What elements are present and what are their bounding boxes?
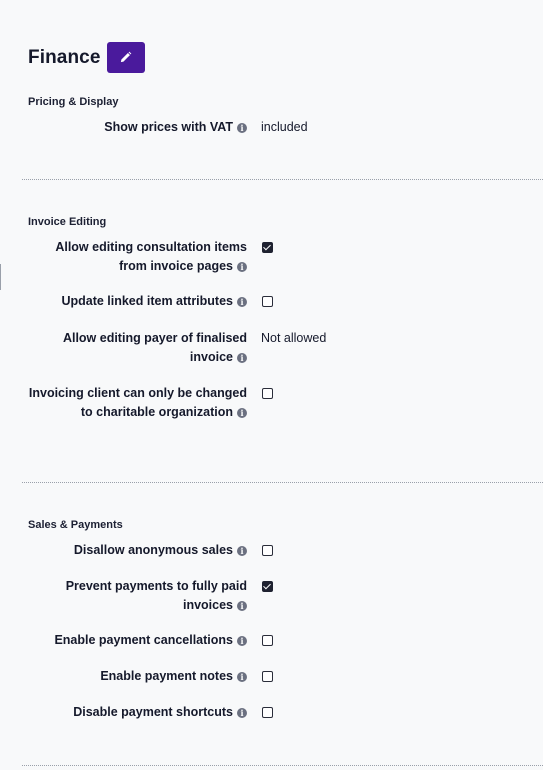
setting-row-disallow-anonymous-sales: Disallow anonymous sales i bbox=[28, 541, 543, 560]
setting-label: Prevent payments to fully paid invoices i bbox=[65, 579, 247, 612]
setting-row-prevent-payments-fully-paid: Prevent payments to fully paid invoices i bbox=[28, 577, 543, 615]
checkbox-allow-editing-consultation-items[interactable] bbox=[262, 242, 273, 253]
setting-label: Allow editing payer of finalised invoice… bbox=[62, 331, 247, 364]
setting-row-enable-payment-notes: Enable payment notes i bbox=[28, 667, 543, 686]
info-icon[interactable]: i bbox=[237, 636, 247, 646]
checkbox-enable-payment-notes[interactable] bbox=[262, 671, 273, 682]
checkbox-prevent-payments-fully-paid[interactable] bbox=[262, 581, 273, 592]
info-icon[interactable]: i bbox=[237, 708, 247, 718]
setting-label: Disallow anonymous sales i bbox=[28, 541, 247, 560]
setting-row-show-prices-vat: Show prices with VAT i included bbox=[28, 118, 543, 137]
info-icon[interactable]: i bbox=[237, 297, 247, 307]
pencil-icon bbox=[120, 51, 132, 63]
resize-handle[interactable] bbox=[0, 264, 1, 290]
info-icon[interactable]: i bbox=[237, 262, 247, 272]
setting-label: Invoicing client can only be changed to … bbox=[28, 386, 247, 419]
info-icon[interactable]: i bbox=[237, 672, 247, 682]
setting-label: Enable payment notes i bbox=[28, 667, 247, 686]
setting-row-update-linked-item-attributes: Update linked item attributes i bbox=[28, 292, 543, 311]
setting-value: included bbox=[261, 120, 308, 134]
setting-label: Update linked item attributes i bbox=[28, 292, 247, 311]
setting-label: Disable payment shortcuts i bbox=[28, 703, 247, 722]
info-icon[interactable]: i bbox=[237, 601, 247, 611]
checkbox-disable-payment-shortcuts[interactable] bbox=[262, 707, 273, 718]
setting-row-invoicing-client-charitable: Invoicing client can only be changed to … bbox=[28, 384, 543, 422]
edit-button[interactable] bbox=[106, 42, 145, 73]
info-icon[interactable]: i bbox=[237, 353, 247, 363]
section-title-invoice-editing: Invoice Editing bbox=[28, 216, 107, 228]
setting-row-enable-payment-cancellations: Enable payment cancellations i bbox=[28, 631, 543, 650]
section-title-pricing: Pricing & Display bbox=[28, 96, 119, 108]
section-divider bbox=[22, 179, 543, 180]
setting-row-disable-payment-shortcuts: Disable payment shortcuts i bbox=[28, 703, 543, 722]
checkbox-invoicing-client-charitable[interactable] bbox=[262, 388, 273, 399]
setting-label: Show prices with VAT i bbox=[28, 118, 247, 137]
info-icon[interactable]: i bbox=[237, 408, 247, 418]
page-header: Finance bbox=[28, 42, 145, 73]
info-icon[interactable]: i bbox=[237, 546, 247, 556]
section-divider bbox=[22, 765, 543, 766]
checkbox-disallow-anonymous-sales[interactable] bbox=[262, 545, 273, 556]
info-icon[interactable]: i bbox=[237, 123, 247, 133]
section-title-sales-payments: Sales & Payments bbox=[28, 519, 123, 531]
setting-row-allow-editing-payer: Allow editing payer of finalised invoice… bbox=[28, 329, 543, 367]
setting-value: Not allowed bbox=[261, 331, 327, 345]
setting-label: Enable payment cancellations i bbox=[28, 631, 247, 650]
checkbox-update-linked-item-attributes[interactable] bbox=[262, 296, 273, 307]
checkbox-enable-payment-cancellations[interactable] bbox=[262, 635, 273, 646]
page-title: Finance bbox=[28, 46, 101, 68]
setting-label: Allow editing consultation items from in… bbox=[55, 240, 247, 273]
section-divider bbox=[22, 482, 543, 483]
setting-row-allow-editing-consultation-items: Allow editing consultation items from in… bbox=[28, 238, 543, 276]
